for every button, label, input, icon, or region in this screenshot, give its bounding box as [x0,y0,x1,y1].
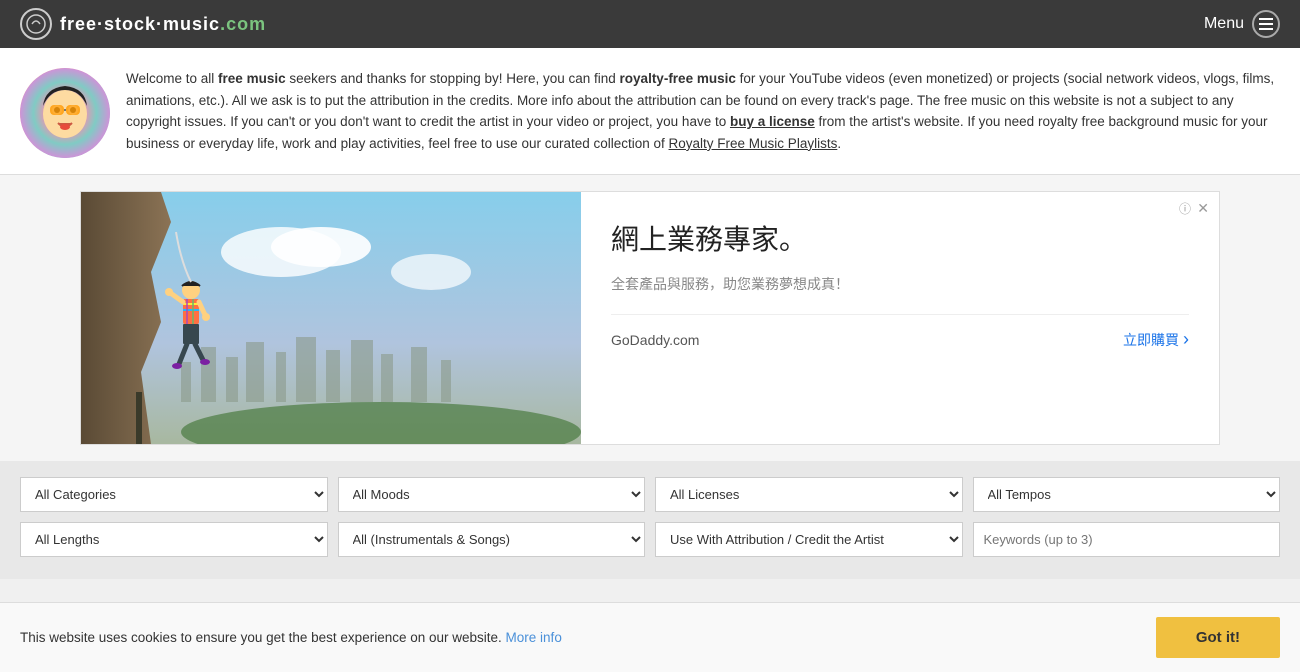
categories-select[interactable]: All Categories Electronic Ambient Rock C… [20,477,328,512]
free-music-bold: free music [218,71,286,86]
cookie-more-info-link[interactable]: More info [506,630,562,645]
menu-label: Menu [1204,15,1244,33]
types-select[interactable]: All (Instrumentals & Songs) Instrumental… [338,522,646,557]
header: free·stock·music.com Menu [0,0,1300,48]
lengths-select[interactable]: All Lengths < 1 min 1-2 min 2-5 min > 5 … [20,522,328,557]
ad-info-icon[interactable]: ⓘ [1179,200,1191,217]
ad-content: ⓘ ✕ 網上業務專家。 全套產品與服務，助您業務夢想成真！ GoDaddy.co… [581,192,1219,444]
buy-license-link[interactable]: buy a license [730,114,815,129]
tempos-select[interactable]: All Tempos Slow Medium Fast Very Fast [973,477,1281,512]
filter-row-1: All Categories Electronic Ambient Rock C… [20,477,1280,512]
royalty-free-bold: royalty-free music [620,71,736,86]
welcome-intro: Welcome to all [126,71,218,86]
ad-domain: GoDaddy.com [611,332,699,348]
logo-icon [20,8,52,40]
welcome-end: . [837,136,841,151]
ad-headline: 網上業務專家。 [611,222,1189,258]
ad-container: ⓘ ✕ 網上業務專家。 全套產品與服務，助您業務夢想成真！ GoDaddy.co… [80,191,1220,445]
ad-footer: GoDaddy.com 立即購買 › [611,314,1189,364]
logo[interactable]: free·stock·music.com [20,8,266,40]
filter-row-2: All Lengths < 1 min 1-2 min 2-5 min > 5 … [20,522,1280,557]
logo-text: free·stock·music.com [60,14,266,35]
cookie-text: This website uses cookies to ensure you … [20,630,562,645]
ad-section: ⓘ ✕ 網上業務專家。 全套產品與服務，助您業務夢想成真！ GoDaddy.co… [0,175,1300,461]
welcome-mid1: seekers and thanks for stopping by! Here… [286,71,620,86]
ad-cta-arrow: › [1183,329,1189,350]
cookie-accept-button[interactable]: Got it! [1156,617,1280,658]
avatar [20,68,110,158]
moods-select[interactable]: All Moods Happy Sad Energetic Calm Roman… [338,477,646,512]
cookie-bar: This website uses cookies to ensure you … [0,602,1300,672]
ad-climbing-scene [81,192,581,444]
menu-icon [1252,10,1280,38]
ad-close-icon[interactable]: ✕ [1197,200,1209,217]
welcome-text: Welcome to all free music seekers and th… [126,68,1280,154]
avatar-image [20,68,110,158]
licenses-select[interactable]: All Licenses Creative Commons Royalty Fr… [655,477,963,512]
playlists-link[interactable]: Royalty Free Music Playlists [669,136,838,151]
ad-cta-label: 立即購買 [1123,330,1179,350]
welcome-section: Welcome to all free music seekers and th… [0,48,1300,175]
menu-button[interactable]: Menu [1204,10,1280,38]
attribution-select[interactable]: Use With Attribution / Credit the Artist… [655,522,963,557]
ad-cta-button[interactable]: 立即購買 › [1123,329,1189,350]
keywords-input[interactable] [973,522,1281,557]
filter-section: All Categories Electronic Ambient Rock C… [0,461,1300,579]
ad-image [81,192,581,444]
ad-subtext: 全套產品與服務，助您業務夢想成真！ [611,274,1189,294]
